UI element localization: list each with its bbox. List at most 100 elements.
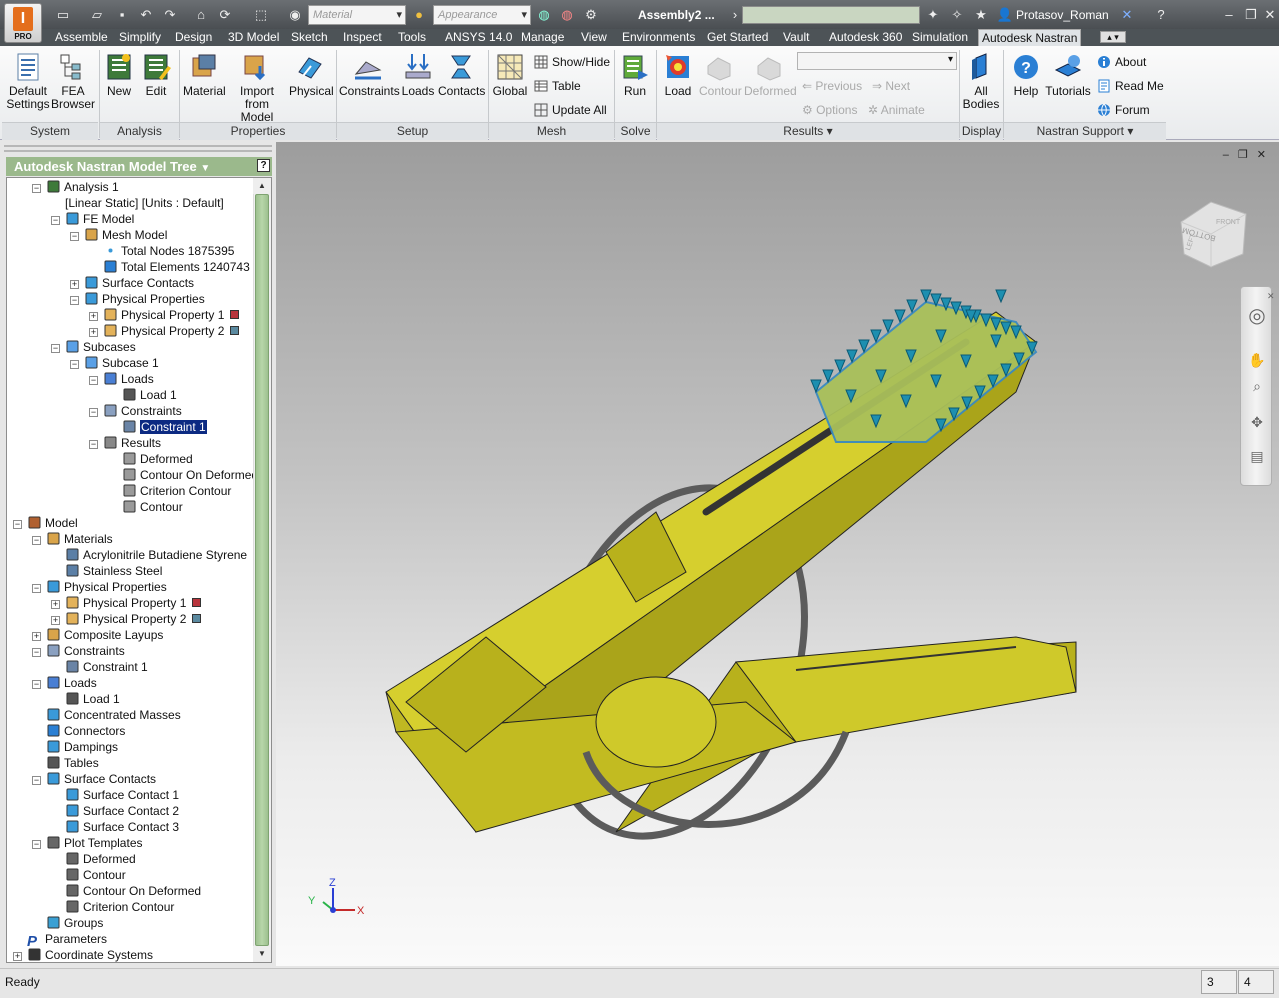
tab-simplify[interactable]: Simplify xyxy=(116,29,164,46)
collapse-icon[interactable]: − xyxy=(70,296,79,305)
about-button[interactable]: About xyxy=(1097,54,1146,70)
tab-get-started[interactable]: Get Started xyxy=(704,29,771,46)
select-icon[interactable]: ⬚ xyxy=(252,6,270,24)
tree-node[interactable]: Criterion Contour xyxy=(108,483,231,499)
color-icon[interactable]: ● xyxy=(410,6,428,24)
tree-node[interactable]: Contour xyxy=(108,499,183,515)
update-icon[interactable]: ⟳ xyxy=(216,6,234,24)
tab-simulation[interactable]: Simulation xyxy=(909,29,971,46)
tree-node[interactable]: + Physical Property 2 xyxy=(89,323,240,339)
ribbon-minimize-button[interactable]: ▴ ▾ xyxy=(1100,31,1126,43)
tutorials-button[interactable]: Tutorials xyxy=(1045,52,1091,98)
tab-sketch[interactable]: Sketch xyxy=(288,29,331,46)
nastran-support-panel-label[interactable]: Nastran Support ▾ xyxy=(1004,122,1166,140)
tree-node[interactable]: Stainless Steel xyxy=(51,563,162,579)
tab-inspect[interactable]: Inspect xyxy=(340,29,385,46)
tree-node[interactable]: − Loads xyxy=(89,371,154,387)
tree-node[interactable]: − Results xyxy=(89,435,161,451)
expand-icon[interactable]: + xyxy=(89,328,98,337)
collapse-icon[interactable]: − xyxy=(32,840,41,849)
close-icon[interactable]: ✕ xyxy=(1261,6,1279,24)
constraints-button[interactable]: Constraints xyxy=(339,52,400,98)
results-panel-label[interactable]: Results ▾ xyxy=(657,122,959,140)
all-bodies-button[interactable]: All Bodies xyxy=(962,52,1000,111)
tree-node[interactable]: Surface Contact 1 xyxy=(51,787,179,803)
appearance-dropdown[interactable]: Appearance xyxy=(433,5,531,25)
collapse-icon[interactable]: − xyxy=(89,376,98,385)
collapse-icon[interactable]: − xyxy=(32,584,41,593)
tree-node[interactable]: Total Nodes 1875395 xyxy=(89,243,234,259)
tree-node[interactable]: + Physical Property 1 xyxy=(89,307,240,323)
results-dropdown[interactable]: ▾ xyxy=(797,52,957,70)
update-all-mesh-button[interactable]: Update All xyxy=(534,102,607,118)
collapse-icon[interactable]: − xyxy=(32,776,41,785)
zoom-icon[interactable]: ⌕ xyxy=(1248,377,1266,395)
user-icon[interactable]: 👤 xyxy=(996,6,1014,24)
user-name[interactable]: Protasov_Roman xyxy=(1016,8,1109,22)
save-icon[interactable]: ▪ xyxy=(113,6,131,24)
tree-node[interactable]: Deformed xyxy=(51,851,136,867)
measure-icon[interactable]: ◉ xyxy=(286,6,304,24)
collapse-icon[interactable]: − xyxy=(32,648,41,657)
clear-icon[interactable]: ◍ xyxy=(558,6,576,24)
tab-autodesk-nastran[interactable]: Autodesk Nastran xyxy=(978,29,1082,46)
mesh-table-button[interactable]: Table xyxy=(534,78,581,94)
next-button[interactable]: ⇒ Next xyxy=(872,78,910,94)
tree-node[interactable]: [Linear Static] [Units : Default] xyxy=(51,195,224,211)
tree-node[interactable]: Constraint 1 xyxy=(51,659,148,675)
tree-node[interactable]: − Analysis 1 xyxy=(32,179,119,195)
tree-node[interactable]: − Constraints xyxy=(89,403,182,419)
tree-node[interactable]: Contour On Deformed xyxy=(51,883,201,899)
expand-icon[interactable]: + xyxy=(32,632,41,641)
tree-node[interactable]: + Surface Contacts xyxy=(70,275,194,291)
scroll-up-arrow-icon[interactable]: ▲ xyxy=(253,178,271,194)
import-from-model-button[interactable]: Import from Model xyxy=(227,52,287,124)
tree-node[interactable]: + Composite Layups xyxy=(32,627,163,643)
customize-icon[interactable]: ⚙ xyxy=(582,6,600,24)
new-icon[interactable]: ▭ xyxy=(54,6,72,24)
collapse-icon[interactable]: − xyxy=(70,360,79,369)
graphics-viewport[interactable]: FRONT LEFT BOTTOM Z X Y xyxy=(276,142,1279,966)
tab-view[interactable]: View xyxy=(578,29,610,46)
help-icon[interactable]: ? xyxy=(257,159,270,172)
collapse-icon[interactable]: − xyxy=(89,408,98,417)
tree-node[interactable]: − Constraints xyxy=(32,643,125,659)
tree-node[interactable]: Contour On Deformed xyxy=(108,467,258,483)
tree-node[interactable]: − Subcases xyxy=(51,339,136,355)
home-icon[interactable]: ⌂ xyxy=(192,6,210,24)
run-button[interactable]: Run xyxy=(618,52,652,98)
tree-node[interactable]: P Parameters xyxy=(13,931,107,950)
animate-button[interactable]: ✲ Animate xyxy=(868,102,925,118)
collapse-icon[interactable]: − xyxy=(13,520,22,529)
favorites-icon[interactable]: ★ xyxy=(972,6,990,24)
tab-autodesk-360[interactable]: Autodesk 360 xyxy=(826,29,905,46)
tree-node[interactable]: − Model xyxy=(13,515,78,531)
tree-node[interactable]: Total Elements 1240743 xyxy=(89,259,250,275)
model-canvas[interactable]: FRONT LEFT BOTTOM Z X Y xyxy=(276,142,1279,966)
tree-node[interactable]: − Plot Templates xyxy=(32,835,143,851)
previous-button[interactable]: ⇐ Previous xyxy=(802,78,862,94)
tree-node[interactable]: Criterion Contour xyxy=(51,899,174,915)
model-tree-header[interactable]: Autodesk Nastran Model Tree ▼ ? xyxy=(6,157,272,176)
global-mesh-button[interactable]: Global xyxy=(492,52,528,98)
viewcube[interactable]: FRONT LEFT BOTTOM xyxy=(1180,201,1247,268)
pan-icon[interactable]: ✋ xyxy=(1248,351,1266,369)
redo-icon[interactable]: ↷ xyxy=(161,6,179,24)
close-icon[interactable]: ✕ xyxy=(1267,287,1275,305)
steering-wheel-icon[interactable]: ◎ xyxy=(1248,306,1266,326)
collapse-icon[interactable]: − xyxy=(89,440,98,449)
application-menu-button[interactable]: I PRO xyxy=(4,3,42,43)
collapse-icon[interactable]: − xyxy=(32,536,41,545)
tree-node[interactable]: − Physical Properties xyxy=(70,291,205,307)
material-dropdown[interactable]: Material xyxy=(308,5,406,25)
contour-button[interactable]: Contour xyxy=(699,52,742,98)
tree-node[interactable]: Deformed xyxy=(108,451,193,467)
x-logo-icon[interactable]: ✕ xyxy=(1118,6,1136,24)
viewport-window-controls[interactable]: –❐✕ xyxy=(1223,148,1275,161)
read-me-button[interactable]: Read Me xyxy=(1097,78,1164,94)
tree-node[interactable]: − Mesh Model xyxy=(70,227,167,243)
expand-icon[interactable]: + xyxy=(89,312,98,321)
tab-ansys-14-0[interactable]: ANSYS 14.0 xyxy=(442,29,515,46)
fea-browser-button[interactable]: FEA Browser xyxy=(50,52,96,111)
tab-tools[interactable]: Tools xyxy=(395,29,429,46)
